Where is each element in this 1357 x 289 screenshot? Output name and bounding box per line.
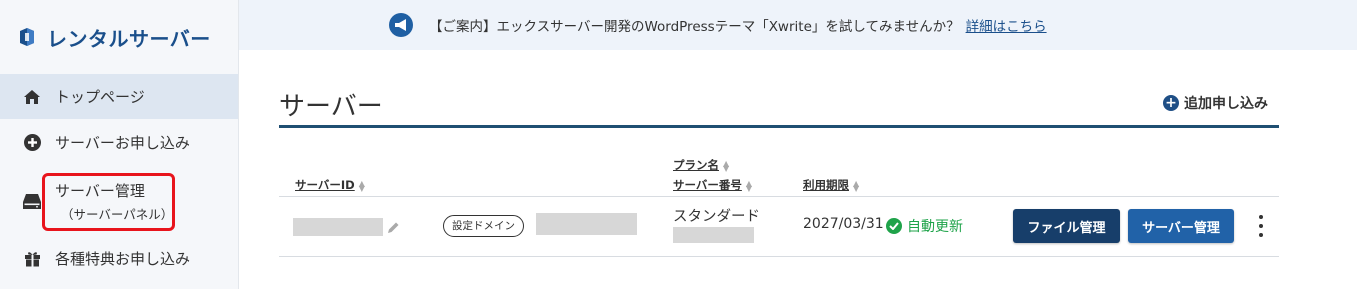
megaphone-icon (389, 13, 413, 37)
add-signup-label: 追加申し込み (1184, 96, 1268, 112)
file-management-button[interactable]: ファイル管理 (1013, 209, 1120, 243)
pencil-icon[interactable] (387, 219, 400, 238)
sidebar-item-server-signup[interactable]: サーバーお申し込み (0, 120, 238, 165)
check-circle-icon (886, 218, 902, 234)
table-header-divider (279, 196, 1279, 197)
add-signup-link[interactable]: + 追加申し込み (1163, 93, 1268, 113)
column-header-label: サーバー番号 (673, 178, 742, 192)
home-icon (23, 88, 41, 106)
announcement-banner: 【ご案内】エックスサーバー開発のWordPressテーマ「Xwrite」を試して… (239, 0, 1357, 50)
column-header-label: 利用期限 (803, 178, 849, 192)
sort-icon: ▲ ▼ (745, 178, 753, 193)
brand-name: レンタルサーバー (47, 26, 211, 51)
brand-logo-icon (20, 28, 34, 46)
auto-renew-label: 自動更新 (907, 219, 963, 235)
domain-settings-badge[interactable]: 設定ドメイン (443, 215, 524, 237)
plus-circle-icon: + (1163, 95, 1179, 111)
sidebar-item-label: サーバーお申し込み (55, 134, 190, 152)
sidebar: レンタルサーバー トップページ サーバーお申し込み サーバー管理 （サーバーパネ… (0, 0, 239, 289)
gift-icon (23, 250, 41, 268)
highlight-annotation (42, 173, 175, 231)
brand[interactable]: レンタルサーバー (0, 0, 238, 74)
column-header-server-id[interactable]: サーバーID ▲ ▼ (295, 177, 365, 193)
sort-icon: ▲ ▼ (853, 178, 860, 193)
column-header-label: プラン名 (673, 158, 719, 172)
expiry-date-value: 2027/03/31 (803, 216, 884, 232)
redacted-domain (536, 213, 637, 235)
column-header-expiry[interactable]: 利用期限 ▲ ▼ (803, 177, 859, 193)
more-options-icon[interactable] (1253, 212, 1269, 240)
banner-details-link[interactable]: 詳細はこちら (966, 15, 1047, 35)
page-title: サーバー (279, 92, 383, 122)
title-divider (279, 125, 1279, 128)
table-row-divider (279, 256, 1279, 257)
sidebar-item-top-page[interactable]: トップページ (0, 74, 238, 119)
auto-renew-status: 自動更新 (886, 216, 963, 236)
sidebar-item-label: トップページ (55, 88, 145, 106)
redacted-server-id (293, 218, 383, 236)
column-header-plan-name[interactable]: プラン名 ▲ ▼ (673, 157, 729, 173)
column-header-server-number[interactable]: サーバー番号 ▲ ▼ (673, 177, 752, 193)
server-icon (23, 192, 41, 210)
redacted-server-number (673, 227, 754, 243)
sort-icon: ▲ ▼ (723, 158, 730, 173)
column-header-label: サーバーID (295, 178, 355, 192)
sidebar-item-benefits[interactable]: 各種特典お申し込み (0, 236, 238, 281)
sort-icon: ▲ ▼ (358, 178, 365, 193)
server-management-button[interactable]: サーバー管理 (1128, 209, 1234, 243)
plan-name-value: スタンダード (673, 209, 760, 225)
banner-text: 【ご案内】エックスサーバー開発のWordPressテーマ「Xwrite」を試して… (429, 19, 960, 35)
plus-circle-icon (23, 134, 41, 152)
sidebar-item-label: 各種特典お申し込み (55, 250, 191, 268)
